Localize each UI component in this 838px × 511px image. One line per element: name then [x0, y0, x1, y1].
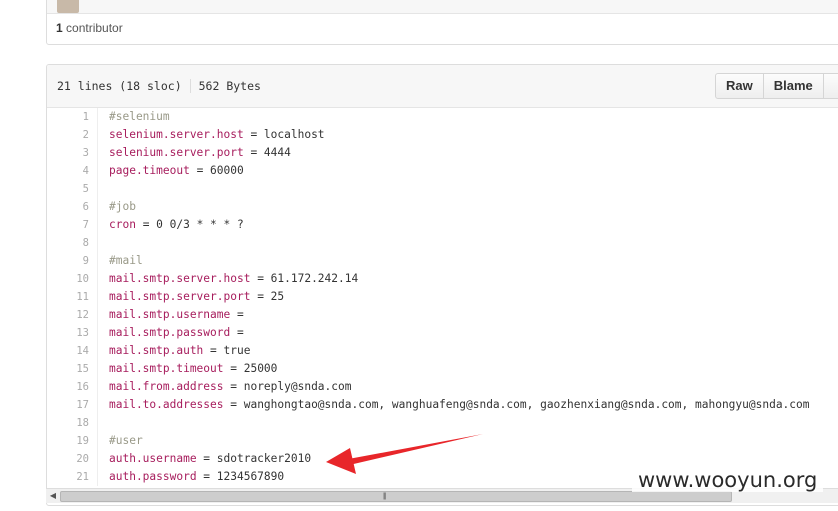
- watermark: www.wooyun.org: [632, 468, 824, 492]
- arrow-shaft: [343, 434, 483, 466]
- annotation-arrow: [326, 434, 483, 474]
- arrow-head-icon: [326, 448, 356, 474]
